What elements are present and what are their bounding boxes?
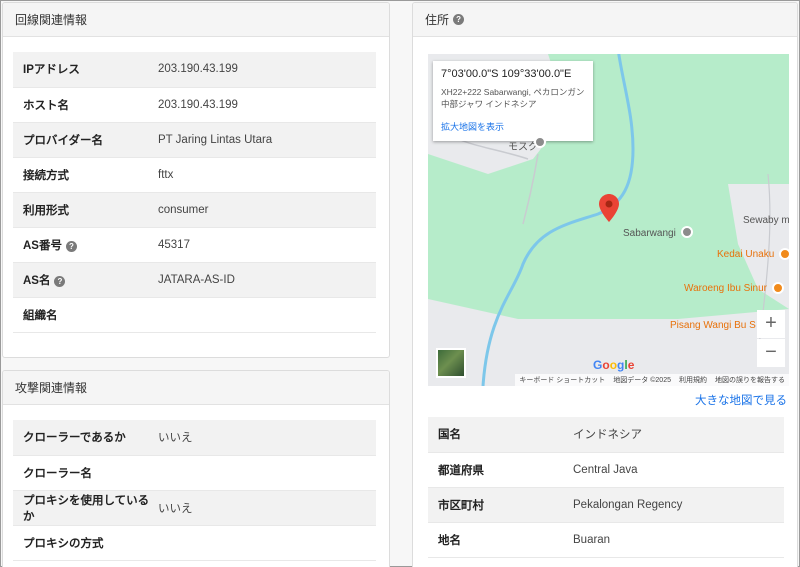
help-icon[interactable]: ? bbox=[54, 275, 66, 287]
row-label: 組織名 bbox=[13, 297, 158, 333]
table-row: AS名? JATARA-AS-ID bbox=[13, 262, 376, 298]
restaurant-poi-icon[interactable] bbox=[779, 248, 789, 260]
terms-link[interactable]: 利用規約 bbox=[679, 375, 707, 385]
table-row: 地名 Buaran bbox=[428, 522, 784, 558]
map-label-sabarwangi: Sabarwangi bbox=[623, 228, 676, 239]
table-row: プロバイダー名 PT Jaring Lintas Utara bbox=[13, 122, 376, 158]
mosque-poi-icon[interactable] bbox=[534, 136, 546, 148]
map-info-window: 7°03'00.0"S 109°33'00.0"E XH22+222 Sabar… bbox=[433, 61, 593, 141]
row-value: 203.190.43.199 bbox=[158, 52, 376, 88]
row-label: クローラー名 bbox=[13, 455, 158, 491]
row-label: 接続方式 bbox=[13, 157, 158, 193]
keyboard-shortcuts-link[interactable]: キーボード ショートカット bbox=[519, 375, 605, 385]
map-label-sewaby: Sewaby m bbox=[743, 215, 789, 226]
row-label: 利用形式 bbox=[13, 192, 158, 228]
table-row: AS番号? 45317 bbox=[13, 227, 376, 263]
address-card: 住所? 7°03'00.0"S 109°33'00.0"E XH22+222 S… bbox=[412, 2, 798, 567]
attack-info-card: 攻撃関連情報 クローラーであるか いいえ クローラー名 プロキシを使用しているかい… bbox=[2, 370, 390, 567]
row-value bbox=[158, 297, 376, 333]
line-info-card: 回線関連情報 IPアドレス 203.190.43.199 ホスト名 203.190.… bbox=[2, 2, 390, 358]
map-coordinates: 7°03'00.0"S 109°33'00.0"E bbox=[441, 68, 572, 80]
big-map-link[interactable]: 大きな地図で見る bbox=[695, 392, 787, 408]
satellite-toggle-button[interactable] bbox=[436, 348, 466, 378]
table-row: 組織名 bbox=[13, 297, 376, 333]
zoom-out-button[interactable]: − bbox=[757, 339, 785, 367]
row-label: 都道府県 bbox=[428, 452, 573, 488]
google-logo: Google bbox=[593, 358, 635, 372]
expand-map-link[interactable]: 拡大地図を表示 bbox=[441, 120, 504, 133]
map-data-copyright: 地図データ ©2025 bbox=[613, 377, 671, 384]
map-address-line: XH22+222 Sabarwangi, ペカロンガン bbox=[441, 87, 585, 97]
table-row: 都道府県 Central Java bbox=[428, 452, 784, 488]
location-pin-icon[interactable] bbox=[599, 194, 619, 222]
row-label: ホスト名 bbox=[13, 87, 158, 123]
line-info-table: IPアドレス 203.190.43.199 ホスト名 203.190.43.199 … bbox=[13, 52, 376, 333]
row-value bbox=[158, 525, 376, 561]
row-label: 国名 bbox=[428, 417, 573, 453]
map-label-waroeng: Waroeng Ibu Sinur bbox=[684, 283, 768, 294]
map-label-pisang: Pisang Wangi Bu S bbox=[670, 320, 756, 331]
row-value: Central Java bbox=[573, 452, 784, 488]
map-label-kedai: Kedai Unaku bbox=[717, 249, 775, 260]
row-value: Buaran bbox=[573, 522, 784, 558]
attack-info-header: 攻撃関連情報 bbox=[3, 371, 389, 405]
line-info-header: 回線関連情報 bbox=[3, 3, 389, 37]
table-row: 国名 インドネシア bbox=[428, 417, 784, 453]
row-label: IPアドレス bbox=[13, 52, 158, 88]
row-value bbox=[158, 455, 376, 491]
address-table: 国名 インドネシア 都道府県 Central Java 市区町村 Pekalongan… bbox=[428, 417, 784, 558]
row-value: インドネシア bbox=[573, 417, 784, 453]
table-row: 市区町村 Pekalongan Regency bbox=[428, 487, 784, 523]
map-attribution: キーボード ショートカット 地図データ ©2025 利用規約 地図の誤りを報告す… bbox=[515, 374, 789, 386]
row-label-cell: AS名? bbox=[13, 262, 158, 298]
embedded-map[interactable]: 7°03'00.0"S 109°33'00.0"E XH22+222 Sabar… bbox=[428, 54, 789, 386]
row-label: 市区町村 bbox=[428, 487, 573, 523]
row-value: 203.190.43.199 bbox=[158, 87, 376, 123]
row-value: PT Jaring Lintas Utara bbox=[158, 122, 376, 158]
row-value: いいえ bbox=[158, 420, 376, 456]
table-row: IPアドレス 203.190.43.199 bbox=[13, 52, 376, 88]
address-title: 住所 bbox=[425, 13, 450, 27]
table-row: ホスト名 203.190.43.199 bbox=[13, 87, 376, 123]
row-label: プロキシを使用しているか bbox=[13, 490, 158, 526]
restaurant-poi-icon[interactable] bbox=[772, 282, 784, 294]
row-label: 地名 bbox=[428, 522, 573, 558]
attack-info-title: 攻撃関連情報 bbox=[15, 381, 88, 395]
row-label: プロキシの方式 bbox=[13, 525, 158, 561]
row-value: いいえ bbox=[158, 490, 376, 526]
table-row: クローラー名 bbox=[13, 455, 376, 491]
table-row: 利用形式 consumer bbox=[13, 192, 376, 228]
help-icon[interactable]: ? bbox=[453, 14, 465, 25]
line-info-title: 回線関連情報 bbox=[15, 13, 88, 27]
table-row: プロキシの方式 bbox=[13, 525, 376, 561]
map-address-line: 中部ジャワ インドネシア bbox=[441, 99, 537, 109]
attack-info-table: クローラーであるか いいえ クローラー名 プロキシを使用しているか いいえ プロキシ… bbox=[13, 420, 376, 561]
row-label: プロバイダー名 bbox=[13, 122, 158, 158]
table-row: クローラーであるか いいえ bbox=[13, 420, 376, 456]
row-value: 45317 bbox=[158, 227, 376, 263]
report-error-link[interactable]: 地図の誤りを報告する bbox=[715, 375, 785, 385]
sabarwangi-poi-icon[interactable] bbox=[681, 226, 693, 238]
address-header: 住所? bbox=[413, 3, 797, 37]
table-row: 接続方式 fttx bbox=[13, 157, 376, 193]
row-value: consumer bbox=[158, 192, 376, 228]
row-label: AS名 bbox=[23, 274, 51, 287]
row-label: クローラーであるか bbox=[13, 420, 158, 456]
help-icon[interactable]: ? bbox=[65, 240, 77, 252]
zoom-in-button[interactable]: + bbox=[757, 310, 785, 338]
row-value: JATARA-AS-ID bbox=[158, 262, 376, 298]
row-value: fttx bbox=[158, 157, 376, 193]
table-row: プロキシを使用しているか いいえ bbox=[13, 490, 376, 526]
row-label-cell: AS番号? bbox=[13, 227, 158, 263]
row-label: AS番号 bbox=[23, 239, 62, 252]
row-value: Pekalongan Regency bbox=[573, 487, 784, 523]
